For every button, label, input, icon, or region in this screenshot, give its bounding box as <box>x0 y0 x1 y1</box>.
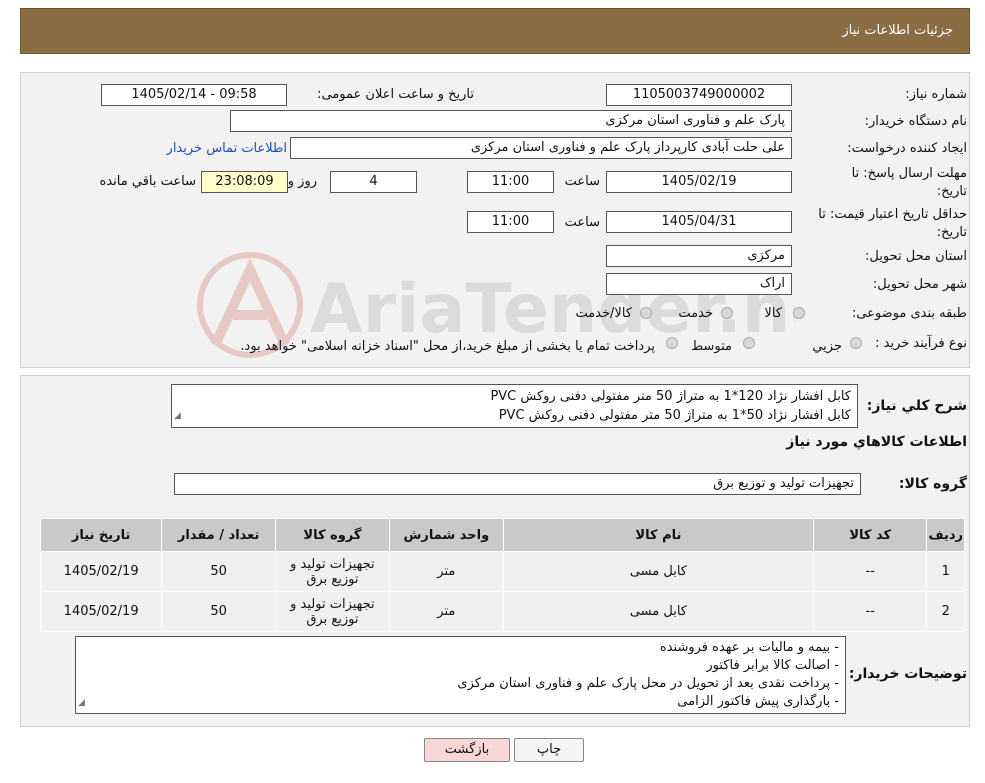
cell-code: -- <box>812 551 928 592</box>
radio-service[interactable] <box>721 307 733 319</box>
buyer-note-line: - پرداخت نقدی بعد از تحویل در محل پارک ع… <box>457 676 839 691</box>
days-label: روز و <box>287 174 317 189</box>
cell-row: 1 <box>926 551 965 592</box>
description-line-2: کابل افشار نژاد 50*1 به متراژ 50 متر مفت… <box>498 408 851 423</box>
cell-qty: 50 <box>161 551 276 592</box>
col-date: تاریخ نیاز <box>39 518 163 552</box>
description-line-1: کابل افشار نژاد 120*1 به متراژ 50 متر مف… <box>490 389 851 404</box>
remaining-time-field: 23:08:09 <box>201 171 288 193</box>
province-label: استان محل تحویل: <box>865 249 967 264</box>
goods-group-field: تجهیزات تولید و توزیع برق <box>174 473 861 495</box>
cell-date: 1405/02/19 <box>39 591 163 632</box>
process-note: پرداخت تمام یا بخشی از مبلغ خرید،از محل … <box>240 339 655 354</box>
requester-label: ایجاد کننده درخواست: <box>847 141 967 156</box>
need-number-label: شماره نیاز: <box>905 87 967 102</box>
radio-medium[interactable] <box>743 337 755 349</box>
buyer-note-line: - بیمه و مالیات بر عهده فروشنده <box>659 640 839 655</box>
radio-minor[interactable] <box>850 337 862 349</box>
description-label: شرح کلي نیاز: <box>866 398 967 414</box>
cell-unit: متر <box>388 591 504 632</box>
buyer-notes-textarea[interactable]: - بیمه و مالیات بر عهده فروشنده - اصالت … <box>75 636 846 714</box>
deadline-label: مهلت ارسال پاسخ: تا <box>851 166 967 181</box>
buyer-contact-link[interactable]: اطلاعات تماس خریدار <box>167 141 287 156</box>
cell-group: تجهیزات تولید و توزیع برق <box>275 591 390 632</box>
goods-section-title: اطلاعات کالاهاي مورد نیاز <box>786 434 967 450</box>
remaining-label: ساعت باقي مانده <box>99 174 196 189</box>
radio-treasury[interactable] <box>666 337 678 349</box>
city-label: شهر محل تحویل: <box>872 277 967 292</box>
radio-minor-label: جزیي <box>812 339 842 354</box>
goods-group-label: گروه کالا: <box>898 476 967 492</box>
buyer-note-line: - بارگذاری پیش فاکتور الزامی <box>677 694 839 709</box>
page-header: جزئیات اطلاعات نیاز <box>20 8 970 54</box>
col-code: کد کالا <box>812 518 928 552</box>
table-header-row: ردیف کد کالا نام کالا واحد شمارش گروه کا… <box>39 518 965 552</box>
table-row: 1 -- کابل مسی متر تجهیزات تولید و توزیع … <box>39 551 965 592</box>
col-name: نام کالا <box>502 518 815 552</box>
city-field: اراک <box>606 273 792 295</box>
buyer-org-field: پارک علم و فناوری استان مرکزی <box>230 110 792 132</box>
days-remaining-field: 4 <box>330 171 417 193</box>
radio-medium-label: متوسط <box>691 339 732 354</box>
cell-name: کابل مسی <box>502 591 815 632</box>
announce-label: تاریخ و ساعت اعلان عمومی: <box>317 87 474 102</box>
col-row: ردیف <box>926 518 965 552</box>
col-qty: تعداد / مقدار <box>161 518 276 552</box>
buyer-note-line: - اصالت کالا برابر فاکتور <box>706 658 839 673</box>
cell-name: کابل مسی <box>502 551 815 592</box>
radio-service-label: خدمت <box>678 306 713 321</box>
cell-row: 2 <box>926 591 965 632</box>
radio-goods-service-label: کالا/خدمت <box>575 306 632 321</box>
cell-code: -- <box>812 591 928 632</box>
validity-label: حداقل تاریخ اعتبار قیمت: تا <box>818 207 967 222</box>
deadline-label-2: تاریخ: <box>936 184 967 199</box>
radio-goods-label: کالا <box>764 306 782 321</box>
province-field: مرکزی <box>606 245 792 267</box>
cell-qty: 50 <box>161 591 276 632</box>
goods-table: ردیف کد کالا نام کالا واحد شمارش گروه کا… <box>39 518 965 632</box>
col-group: گروه کالا <box>275 518 390 552</box>
validity-hour-label: ساعت <box>564 215 600 230</box>
buyer-notes-label: توضیحات خریدار: <box>848 666 967 682</box>
validity-time-field: 11:00 <box>467 211 554 233</box>
deadline-hour-label: ساعت <box>564 174 600 189</box>
page-title: جزئیات اطلاعات نیاز <box>842 23 953 38</box>
resize-grip-icon[interactable]: ◢ <box>78 694 85 712</box>
requester-field: علی حلت آبادی کارپرداز پارک علم و فناوری… <box>290 137 792 159</box>
table-row: 2 -- کابل مسی متر تجهیزات تولید و توزیع … <box>39 591 965 632</box>
cell-group: تجهیزات تولید و توزیع برق <box>275 551 390 592</box>
radio-goods[interactable] <box>793 307 805 319</box>
cell-date: 1405/02/19 <box>39 551 163 592</box>
buyer-org-label: نام دستگاه خریدار: <box>864 114 967 129</box>
resize-grip-icon[interactable]: ◢ <box>174 407 181 426</box>
need-number-field: 1105003749000002 <box>606 84 792 106</box>
print-button[interactable]: چاپ <box>514 738 584 762</box>
cell-unit: متر <box>388 551 504 592</box>
validity-date-field: 1405/04/31 <box>606 211 792 233</box>
deadline-date-field: 1405/02/19 <box>606 171 792 193</box>
description-textarea[interactable]: کابل افشار نژاد 120*1 به متراژ 50 متر مف… <box>171 384 858 428</box>
back-button[interactable]: بازگشت <box>424 738 510 762</box>
announce-field: 1405/02/14 - 09:58 <box>101 84 287 106</box>
deadline-time-field: 11:00 <box>467 171 554 193</box>
category-label: طبقه بندی موضوعی: <box>851 306 967 321</box>
validity-label-2: تاریخ: <box>936 225 967 240</box>
process-label: نوع فرآیند خرید : <box>875 336 967 351</box>
col-unit: واحد شمارش <box>388 518 504 552</box>
radio-goods-service[interactable] <box>640 307 652 319</box>
